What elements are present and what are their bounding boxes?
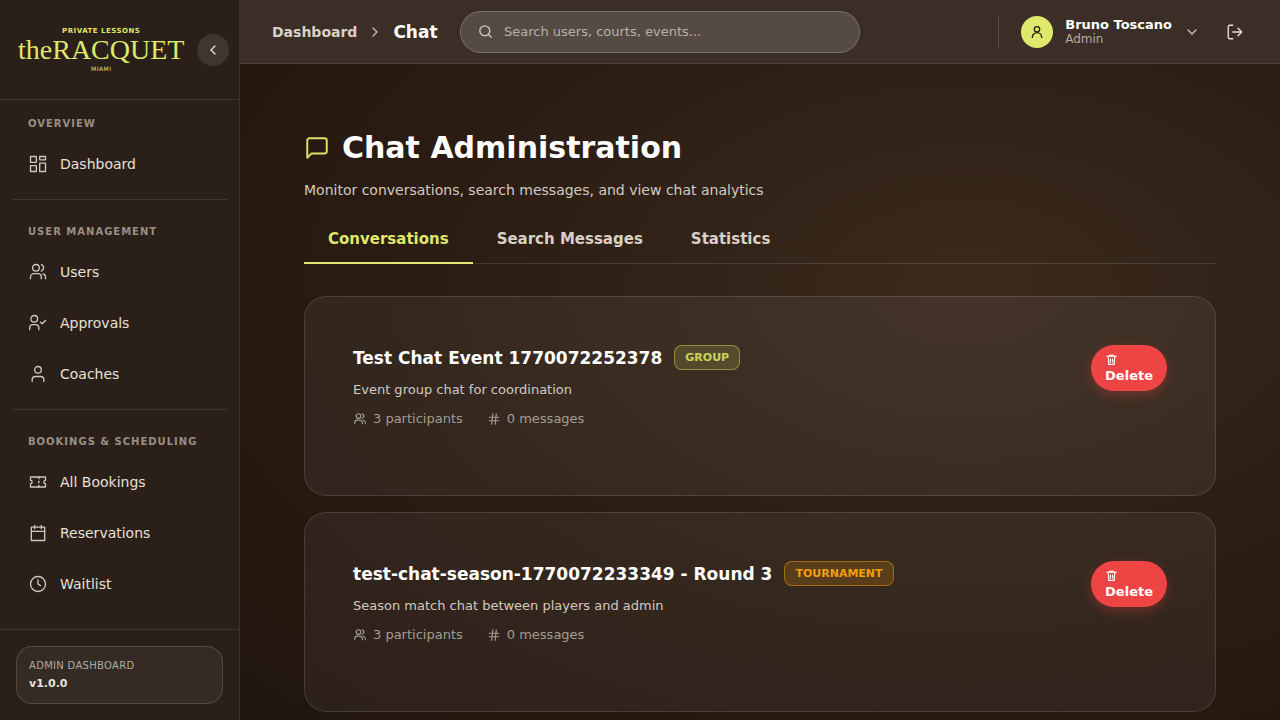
sidebar-item[interactable]: Coaches — [12, 348, 227, 399]
sidebar-divider — [12, 409, 227, 410]
conversation-title: Test Chat Event 1770072252378 — [353, 348, 662, 368]
footer-label: ADMIN DASHBOARD — [29, 660, 210, 671]
delete-button[interactable]: Delete — [1091, 561, 1167, 607]
section-label: BOOKINGS & SCHEDULING — [12, 434, 227, 450]
search-field[interactable]: Search users, courts, events... — [460, 11, 860, 53]
sidebar-footer: ADMIN DASHBOARD v1.0.0 — [0, 629, 239, 720]
nav-icon — [28, 523, 48, 543]
nav-icon — [28, 364, 48, 384]
users-icon — [353, 412, 367, 426]
chevron-down-icon — [1184, 24, 1200, 40]
conversation-meta: 3 participants 0 messages — [353, 627, 894, 642]
conversation-description: Event group chat for coordination — [353, 382, 740, 397]
user-role: Admin — [1065, 32, 1172, 46]
trash-icon — [1105, 353, 1118, 366]
main: Dashboard Chat Search users, courts, eve… — [240, 0, 1280, 720]
sidebar-section: BOOKINGS & SCHEDULING All Bookings Reser… — [12, 434, 227, 609]
sidebar-item[interactable]: All Bookings — [12, 456, 227, 507]
nav-icon — [28, 262, 48, 282]
logo-name: theRACQUET — [18, 35, 184, 65]
collapse-button[interactable] — [197, 34, 229, 66]
type-badge: GROUP — [674, 345, 740, 370]
version: v1.0.0 — [29, 677, 210, 690]
logout-icon — [1226, 23, 1244, 41]
avatar — [1021, 16, 1053, 48]
conversation-card[interactable]: test-chat-season-1770072233349 - Round 3… — [304, 512, 1216, 712]
breadcrumb: Dashboard Chat — [272, 22, 460, 42]
sidebar-item[interactable]: Dashboard — [12, 138, 227, 189]
breadcrumb-item[interactable]: Dashboard — [272, 24, 357, 40]
delete-button[interactable]: Delete — [1091, 345, 1167, 391]
section-label: USER MANAGEMENT — [12, 224, 227, 240]
tab[interactable]: Search Messages — [473, 220, 667, 264]
tab[interactable]: Statistics — [667, 220, 794, 264]
nav-icon — [28, 154, 48, 174]
content: Chat Administration Monitor conversation… — [240, 64, 1280, 712]
user-name: Bruno Toscano — [1065, 17, 1172, 32]
search-icon — [477, 23, 494, 40]
conversation-title: test-chat-season-1770072233349 - Round 3 — [353, 564, 772, 584]
user-menu[interactable]: Bruno Toscano Admin — [1021, 16, 1200, 48]
nav-icon — [28, 574, 48, 594]
participants-count: 3 participants — [353, 411, 463, 426]
logo-location: MIAMI — [91, 65, 112, 72]
section-label: OVERVIEW — [12, 116, 227, 132]
sidebar-divider — [12, 199, 227, 200]
page-title: Chat Administration — [304, 128, 1216, 168]
page-subtitle: Monitor conversations, search messages, … — [304, 182, 1216, 198]
chat-icon — [304, 135, 330, 161]
logo-tagline: PRIVATE LESSONS — [62, 27, 140, 35]
tabs: ConversationsSearch MessagesStatistics — [304, 220, 1216, 264]
hash-icon — [487, 412, 501, 426]
messages-count: 0 messages — [487, 627, 585, 642]
users-icon — [353, 628, 367, 642]
logout-button[interactable] — [1222, 19, 1248, 45]
nav-icon — [28, 472, 48, 492]
conversation-description: Season match chat between players and ad… — [353, 598, 894, 613]
trash-icon — [1105, 569, 1118, 582]
conversation-list: Test Chat Event 1770072252378 GROUP Even… — [304, 296, 1216, 712]
admin-app: PRIVATE LESSONS theRACQUET MIAMI OVERVIE… — [0, 0, 1280, 720]
logo-area: PRIVATE LESSONS theRACQUET MIAMI — [0, 0, 239, 100]
version-box: ADMIN DASHBOARD v1.0.0 — [16, 646, 223, 704]
chevron-right-icon — [367, 24, 383, 40]
hash-icon — [487, 628, 501, 642]
sidebar-item[interactable]: Reservations — [12, 507, 227, 558]
header: Dashboard Chat Search users, courts, eve… — [240, 0, 1280, 64]
user-icon — [1029, 24, 1045, 40]
sidebar-section: USER MANAGEMENT Users Approvals Coaches — [12, 224, 227, 399]
sidebar-item[interactable]: Approvals — [12, 297, 227, 348]
nav-icon — [28, 313, 48, 333]
logo[interactable]: PRIVATE LESSONS theRACQUET MIAMI — [18, 27, 184, 72]
chevron-left-icon — [205, 42, 221, 58]
conversation-meta: 3 participants 0 messages — [353, 411, 740, 426]
type-badge: TOURNAMENT — [784, 561, 893, 586]
breadcrumb-item: Chat — [393, 22, 437, 42]
participants-count: 3 participants — [353, 627, 463, 642]
messages-count: 0 messages — [487, 411, 585, 426]
sidebar-item[interactable]: Waitlist — [12, 558, 227, 609]
sidebar-section: OVERVIEW Dashboard — [12, 116, 227, 189]
sidebar-nav: OVERVIEW Dashboard USER MANAGEMENT Users… — [0, 100, 239, 629]
conversation-card[interactable]: Test Chat Event 1770072252378 GROUP Even… — [304, 296, 1216, 496]
tab[interactable]: Conversations — [304, 220, 473, 264]
sidebar: PRIVATE LESSONS theRACQUET MIAMI OVERVIE… — [0, 0, 240, 720]
sidebar-item[interactable]: Users — [12, 246, 227, 297]
